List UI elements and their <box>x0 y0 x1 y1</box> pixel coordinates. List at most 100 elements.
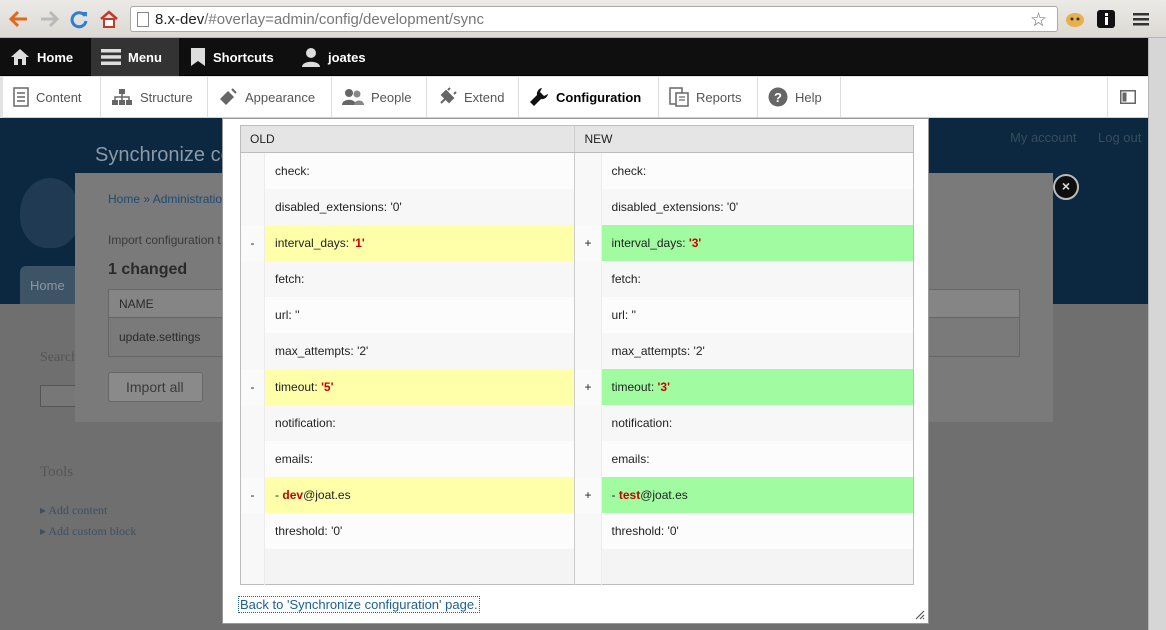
tool-link-add-content[interactable]: ▸ Add content <box>40 503 107 518</box>
diff-old-line: check: <box>264 152 575 189</box>
bookmark-icon <box>191 48 205 66</box>
extension-icon[interactable] <box>1064 8 1086 30</box>
toolbar-menu-label: Menu <box>128 49 162 65</box>
diff-new-marker <box>574 512 602 549</box>
diff-old-line: timeout: '5' <box>264 368 575 405</box>
search-input[interactable] <box>40 385 80 407</box>
tools-heading: Tools <box>40 464 74 480</box>
diff-old-line: threshold: '0' <box>264 512 575 549</box>
scrollbar[interactable] <box>1148 38 1166 630</box>
wrench-icon <box>530 88 548 106</box>
page-icon <box>137 12 149 27</box>
diff-new-line: fetch: <box>601 260 914 297</box>
diff-row: fetch: fetch: <box>240 260 914 297</box>
browser-menu-icon[interactable] <box>1130 8 1152 30</box>
tray-item-people[interactable]: People <box>332 77 427 117</box>
diff-new-marker <box>574 332 602 369</box>
reports-icon <box>669 87 689 107</box>
toolbar-tray: Content Structure Appearance People Exte… <box>3 77 1148 118</box>
tray-orientation-toggle[interactable] <box>1107 77 1148 117</box>
diff-old-marker <box>240 332 266 369</box>
diff-new-hl: '3' <box>688 235 702 250</box>
diff-table: OLD NEW check: check: disabled_extensions:… <box>240 125 914 585</box>
diff-old-marker: - <box>240 368 266 405</box>
address-bar[interactable]: 8.x-dev/#overlay=admin/config/developmen… <box>130 6 1058 32</box>
diff-old-line: fetch: <box>264 260 575 297</box>
reload-icon[interactable] <box>68 8 90 30</box>
hamburger-icon <box>101 49 121 65</box>
diff-old-marker <box>240 260 266 297</box>
diff-new-hl: '3' <box>657 379 670 394</box>
diff-row: notification: notification: <box>240 404 914 441</box>
toolbar-user-label: joates <box>328 49 366 65</box>
tray-item-reports[interactable]: Reports <box>659 77 758 117</box>
diff-new-marker <box>574 188 602 225</box>
breadcrumb[interactable]: Home » Administration <box>108 192 229 206</box>
help-icon: ? <box>768 87 788 107</box>
log-out-link[interactable]: Log out <box>1098 130 1141 145</box>
info-extension-icon[interactable] <box>1095 8 1117 30</box>
diff-old-marker <box>240 188 266 225</box>
drupal-logo-icon <box>20 178 80 248</box>
diff-row <box>240 548 914 585</box>
diff-row: threshold: '0' threshold: '0' <box>240 512 914 549</box>
toolbar-shortcuts-label: Shortcuts <box>213 49 274 65</box>
toolbar-user[interactable]: joates <box>291 38 381 76</box>
diff-new-line: emails: <box>601 440 914 477</box>
tray-item-help[interactable]: ? Help <box>758 77 841 117</box>
diff-old-prefix: interval_days: <box>275 235 353 250</box>
toolbar-home[interactable]: Home <box>0 38 90 76</box>
diff-new-suffix: @joat.es <box>640 487 688 502</box>
tray-item-appearance[interactable]: Appearance <box>208 77 332 117</box>
diff-old-marker: - <box>240 476 266 513</box>
tray-item-extend[interactable]: Extend <box>427 77 519 117</box>
diff-old-line <box>264 548 575 585</box>
diff-row: check: check: <box>240 152 914 189</box>
diff-new-line: url: '' <box>601 296 914 333</box>
diff-old-suffix: @joat.es <box>303 487 351 502</box>
diff-old-marker <box>240 440 266 477</box>
resize-grip-icon[interactable] <box>914 609 925 620</box>
tray-item-structure[interactable]: Structure <box>101 77 208 117</box>
diff-old-header: OLD <box>240 125 575 153</box>
home-icon[interactable] <box>98 8 120 30</box>
tray-item-configuration[interactable]: Configuration <box>519 77 659 117</box>
diff-old-marker <box>240 512 266 549</box>
tray-item-content[interactable]: Content <box>3 77 101 117</box>
bookmark-star-icon[interactable]: ☆ <box>1030 9 1047 32</box>
diff-new-line: threshold: '0' <box>601 512 914 549</box>
page-title: Synchronize co <box>95 144 232 166</box>
sidebar-toggle-icon <box>1120 90 1136 104</box>
tool-link-add-custom-block[interactable]: ▸ Add custom block <box>40 524 136 539</box>
document-icon <box>13 87 29 107</box>
diff-new-marker: + <box>574 476 602 513</box>
import-all-button[interactable]: Import all <box>108 372 203 402</box>
forward-arrow-icon[interactable] <box>38 8 60 30</box>
diff-new-marker: + <box>574 224 602 261</box>
diff-old-hl: '1' <box>352 235 365 250</box>
diff-new-line: check: <box>601 152 914 189</box>
toolbar-shortcuts[interactable]: Shortcuts <box>180 38 290 76</box>
close-overlay-button[interactable]: × <box>1053 174 1079 200</box>
diff-row: - interval_days: '1' + interval_days: '3' <box>240 224 914 261</box>
tab-home[interactable]: Home <box>20 266 80 304</box>
diff-old-marker <box>240 548 266 585</box>
diff-new-marker <box>574 548 602 585</box>
toolbar-menu[interactable]: Menu <box>91 38 179 76</box>
diff-old-hl: '5' <box>321 379 334 394</box>
diff-new-marker <box>574 404 602 441</box>
url-text: 8.x-dev/#overlay=admin/config/developmen… <box>155 11 484 28</box>
back-to-sync-link[interactable]: Back to 'Synchronize configuration' page… <box>238 596 480 613</box>
diff-new-hl: test <box>618 487 641 502</box>
diff-old-marker <box>240 152 266 189</box>
svg-text:?: ? <box>774 90 782 105</box>
diff-old-line: emails: <box>264 440 575 477</box>
diff-new-prefix: interval_days: <box>611 235 689 250</box>
my-account-link[interactable]: My account <box>1010 130 1076 145</box>
people-icon <box>342 89 364 105</box>
diff-new-marker: + <box>574 368 602 405</box>
back-arrow-icon[interactable] <box>8 8 30 30</box>
toolbar-home-label: Home <box>37 49 74 65</box>
diff-row: -- dev@joat.es + - test@joat.es <box>240 476 914 513</box>
diff-row: max_attempts: '2' max_attempts: '2' <box>240 332 914 369</box>
